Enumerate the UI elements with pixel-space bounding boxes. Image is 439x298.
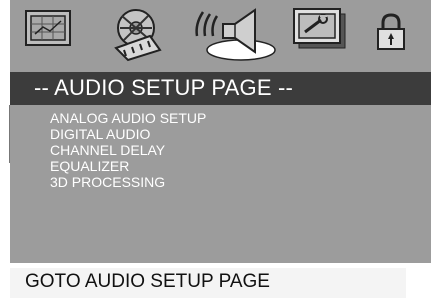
category-icon-bar	[10, 0, 431, 72]
menu-item-analog-audio-setup[interactable]: ANALOG AUDIO SETUP	[50, 110, 206, 126]
status-text: GOTO AUDIO SETUP PAGE	[25, 271, 270, 292]
page-title: -- AUDIO SETUP PAGE --	[34, 75, 294, 100]
menu-item-3d-processing[interactable]: 3D PROCESSING	[50, 174, 206, 190]
menu-item-digital-audio[interactable]: DIGITAL AUDIO	[50, 126, 206, 142]
status-bar: GOTO AUDIO SETUP PAGE	[10, 268, 406, 298]
menu-item-equalizer[interactable]: EQUALIZER	[50, 158, 206, 174]
audio-setup-icon[interactable]	[193, 6, 277, 78]
video-setup-icon[interactable]	[110, 6, 174, 78]
preference-icon[interactable]	[293, 8, 349, 80]
menu-item-channel-delay[interactable]: CHANNEL DELAY	[50, 142, 206, 158]
audio-setup-menu: ANALOG AUDIO SETUP DIGITAL AUDIO CHANNEL…	[50, 110, 206, 190]
page-title-bar: -- AUDIO SETUP PAGE --	[10, 72, 431, 105]
setup-menu-screen: -- AUDIO SETUP PAGE -- ANALOG AUDIO SETU…	[10, 0, 431, 298]
menu-panel: ANALOG AUDIO SETUP DIGITAL AUDIO CHANNEL…	[10, 105, 431, 263]
